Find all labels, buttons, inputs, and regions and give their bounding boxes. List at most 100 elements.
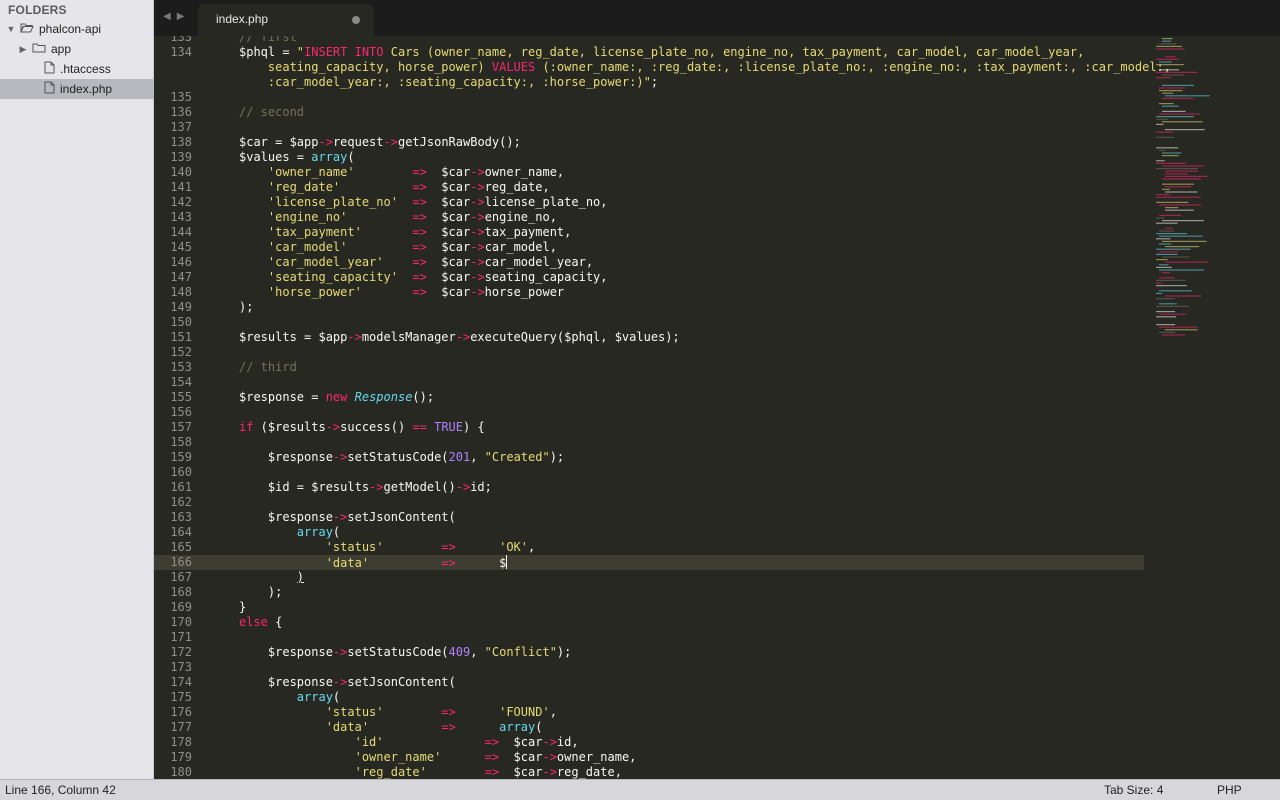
code-line[interactable]: 'horse_power' => $car->horse_power (239, 285, 564, 300)
minimap-line (1162, 105, 1179, 107)
code-line[interactable]: $response->setStatusCode(409, "Conflict"… (239, 645, 571, 660)
code-line[interactable]: $values = array( (239, 150, 355, 165)
minimap[interactable] (1154, 36, 1274, 356)
code-line[interactable]: 'tax_payment' => $car->tax_payment, (239, 225, 571, 240)
code-line[interactable]: $response->setStatusCode(201, "Created")… (239, 450, 564, 465)
code-line[interactable]: $response = new Response(); (239, 390, 434, 405)
line-number: 140 (170, 165, 192, 179)
code-line[interactable]: ); (239, 300, 253, 315)
minimap-line (1162, 220, 1205, 222)
code-line[interactable]: $results = $app->modelsManager->executeQ… (239, 330, 680, 345)
line-number: 176 (170, 705, 192, 719)
code-line[interactable]: if ($results->success() == TRUE) { (239, 420, 485, 435)
line-number: 175 (170, 690, 192, 704)
sidebar-item-phalcon-api[interactable]: ▼ phalcon-api (0, 19, 154, 39)
line-number: 167 (170, 570, 192, 584)
code-line[interactable]: 'reg_date' => $car->reg_date, (239, 765, 622, 779)
code-line[interactable]: $response->setJsonContent( (239, 675, 456, 690)
sidebar-item-label: phalcon-api (39, 22, 102, 36)
code-editor[interactable]: // first $phql = "INSERT INTO Cars (owner… (154, 36, 1280, 779)
minimap-line (1162, 272, 1171, 274)
code-line[interactable]: 'seating_capacity' => $car->seating_capa… (239, 270, 608, 285)
code-line[interactable]: 'car_model_year' => $car->car_model_year… (239, 255, 593, 270)
line-number: 168 (170, 585, 192, 599)
code-line[interactable]: 'data' => $ (239, 555, 508, 570)
line-number: 141 (170, 180, 192, 194)
line-number: 149 (170, 300, 192, 314)
line-number: 172 (170, 645, 192, 659)
minimap-line (1156, 298, 1175, 300)
line-number: 135 (170, 90, 192, 104)
line-number: 144 (170, 225, 192, 239)
code-line[interactable]: // first (239, 36, 297, 45)
minimap-line (1156, 259, 1168, 261)
sidebar-item-htaccess[interactable]: .htaccess (0, 59, 154, 79)
line-number: 148 (170, 285, 192, 299)
code-line[interactable]: else { (239, 615, 282, 630)
minimap-line (1159, 251, 1179, 253)
minimap-line (1165, 209, 1194, 211)
minimap-line (1165, 95, 1210, 97)
line-number: 161 (170, 480, 192, 494)
sidebar-item-label: .htaccess (60, 62, 111, 76)
code-line[interactable]: // third (239, 360, 297, 375)
folder-icon (32, 42, 46, 57)
code-line[interactable]: 'reg_date' => $car->reg_date, (239, 180, 550, 195)
minimap-line (1156, 324, 1176, 326)
sidebar-item-index-php[interactable]: index.php (0, 79, 154, 99)
minimap-line (1165, 173, 1188, 175)
line-number: 134 (170, 45, 192, 59)
code-line[interactable]: array( (239, 525, 340, 540)
line-number: 153 (170, 360, 192, 374)
code-line[interactable]: 'owner_name' => $car->owner_name, (239, 165, 564, 180)
code-line[interactable]: 'owner_name' => $car->owner_name, (239, 750, 637, 765)
sidebar-item-app[interactable]: ▶ app (0, 39, 154, 59)
code-line[interactable]: } (239, 600, 246, 615)
nav-back-icon[interactable]: ◀ (163, 11, 177, 22)
code-line[interactable]: :car_model_year:, :seating_capacity:, :h… (239, 75, 658, 90)
disclosure-open-icon[interactable]: ▼ (6, 24, 16, 34)
tab-bar: ◀▶ index.php (154, 0, 1280, 36)
line-number: 155 (170, 390, 192, 404)
tab-size-selector[interactable]: Tab Size: 4 (1104, 783, 1163, 797)
line-number: 165 (170, 540, 192, 554)
code-line[interactable]: 'status' => 'OK', (239, 540, 536, 555)
code-line[interactable]: // second (239, 105, 304, 120)
minimap-line (1159, 243, 1172, 245)
code-line[interactable]: 'engine_no' => $car->engine_no, (239, 210, 557, 225)
minimap-line (1165, 227, 1173, 229)
disclosure-closed-icon[interactable]: ▶ (18, 44, 28, 55)
line-number: 162 (170, 495, 192, 509)
line-number: 145 (170, 240, 192, 254)
minimap-line (1165, 295, 1202, 297)
code-line[interactable]: $response->setJsonContent( (239, 510, 456, 525)
code-line[interactable]: 'id' => $car->id, (239, 735, 579, 750)
code-line[interactable]: ) (239, 570, 304, 585)
minimap-line (1156, 311, 1176, 313)
sidebar-item-label: app (51, 42, 72, 56)
code-line[interactable]: 'license_plate_no' => $car->license_plat… (239, 195, 608, 210)
minimap-line (1156, 168, 1198, 170)
minimap-line (1159, 43, 1177, 45)
code-line[interactable]: array( (239, 690, 340, 705)
minimap-line (1156, 48, 1185, 50)
code-line[interactable]: 'status' => 'FOUND', (239, 705, 557, 720)
minimap-line (1162, 110, 1186, 112)
sidebar: FOLDERS ▼ phalcon-api ▶ app .htaccess index.p… (0, 0, 154, 779)
unsaved-dot-icon[interactable] (352, 16, 360, 24)
code-line[interactable]: seating_capacity, horse_power) VALUES (:… (239, 60, 1171, 75)
code-line[interactable]: ); (239, 585, 282, 600)
code-line[interactable]: $phql = "INSERT INTO Cars (owner_name, r… (239, 45, 1084, 60)
syntax-selector[interactable]: PHP (1217, 783, 1242, 797)
code-line[interactable]: 'data' => array( (239, 720, 543, 735)
tab-index-php[interactable]: index.php (198, 4, 374, 36)
nav-forward-icon[interactable]: ▶ (177, 11, 191, 22)
code-line[interactable]: 'car_model' => $car->car_model, (239, 240, 557, 255)
code-line[interactable]: $car = $app->request->getJsonRawBody(); (239, 135, 521, 150)
minimap-line (1159, 87, 1185, 89)
line-number: 169 (170, 600, 192, 614)
minimap-line (1156, 282, 1163, 284)
code-line[interactable]: $id = $results->getModel()->id; (239, 480, 492, 495)
line-number: 152 (170, 345, 192, 359)
minimap-line (1156, 266, 1172, 268)
